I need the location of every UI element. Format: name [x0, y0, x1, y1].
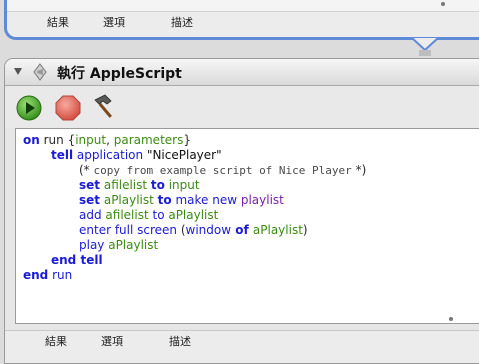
stop-icon[interactable] [55, 95, 81, 121]
action-header[interactable]: 執行 AppleScript [5, 59, 479, 86]
tab-description[interactable]: 描述 [171, 14, 193, 30]
tab-description[interactable]: 描述 [169, 333, 191, 349]
code-line: set aPlaylist to make new playlist [79, 193, 284, 207]
action-title: 執行 AppleScript [57, 66, 182, 82]
tab-results[interactable]: 結果 [47, 14, 69, 30]
disclosure-triangle-icon[interactable] [14, 68, 22, 75]
code-line: play aPlaylist [79, 238, 159, 252]
resize-handle[interactable] [449, 317, 453, 321]
script-editor[interactable]: on run {input, parameters} tell applicat… [15, 128, 479, 324]
code-line: enter full screen (window of aPlaylist) [79, 223, 308, 237]
resize-handle[interactable] [441, 2, 445, 6]
previous-action-panel: 結果 選項 描述 [4, 0, 479, 40]
code-line: add afilelist to aPlaylist [79, 208, 219, 222]
code-line: end run [23, 268, 73, 282]
applescript-action-panel: 執行 AppleScript on run {input, parameters… [4, 58, 479, 364]
action-tabs: 結果 選項 描述 [5, 331, 479, 351]
code-line: tell application "NicePlayer" [51, 148, 222, 162]
tab-options[interactable]: 選項 [101, 333, 123, 349]
code-line: (* copy from example script of Nice Play… [79, 163, 367, 177]
tab-results[interactable]: 結果 [45, 333, 67, 349]
code-line: end tell [51, 253, 103, 267]
hammer-icon[interactable] [91, 93, 119, 121]
code-line: on run {input, parameters} [23, 133, 191, 147]
previous-action-tabs: 結果 選項 描述 [7, 12, 479, 32]
tab-options[interactable]: 選項 [103, 14, 125, 30]
action-connector [411, 38, 439, 56]
run-icon[interactable] [16, 95, 42, 121]
applescript-icon [33, 63, 47, 81]
action-bottom-bar: 結果 選項 描述 [5, 330, 479, 363]
code-line: set afilelist to input [79, 178, 200, 192]
previous-action-content [7, 0, 479, 12]
script-toolbar [5, 86, 479, 128]
